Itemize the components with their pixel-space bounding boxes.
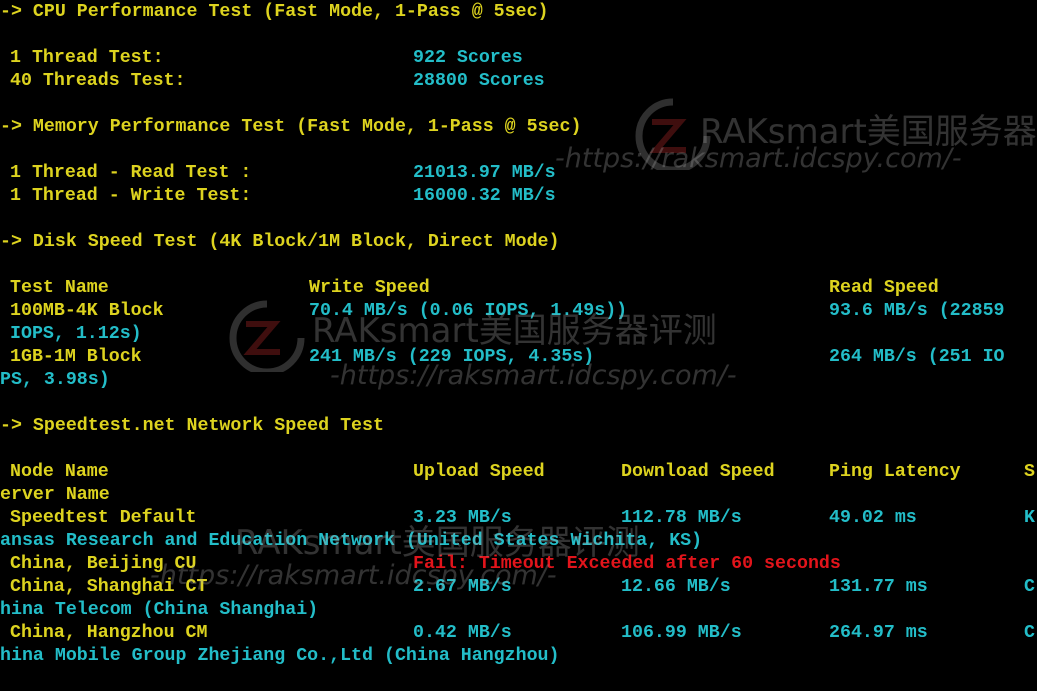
- disk-read-speed-wrap: IOPS, 1.12s): [10, 324, 142, 344]
- memory-section-header: -> Memory Performance Test (Fast Mode, 1…: [0, 117, 582, 137]
- disk-write-speed: 70.4 MB/s (0.06 IOPS, 1.49s)): [309, 301, 628, 321]
- network-node-name: China, Shanghai CT: [10, 577, 208, 597]
- network-row: China, Shanghai CT 2.67 MB/s 12.66 MB/s …: [0, 576, 1035, 599]
- network-node-name: China, Beijing CU: [10, 554, 197, 574]
- disk-row: 1GB-1M Block 241 MB/s (229 IOPS, 4.35s) …: [0, 346, 1005, 369]
- disk-table-header: Test Name Write Speed Read Speed: [0, 277, 939, 300]
- network-server-name: C: [1024, 623, 1035, 643]
- network-download-speed: 106.99 MB/s: [621, 623, 742, 643]
- network-node-name: Speedtest Default: [10, 508, 197, 528]
- memory-write-row: 1 Thread - Write Test: 16000.32 MB/s: [0, 185, 556, 208]
- network-ping-latency: 49.02 ms: [829, 508, 917, 528]
- network-col-upload-speed: Upload Speed: [413, 462, 545, 482]
- network-ping-latency: 264.97 ms: [829, 623, 928, 643]
- disk-col-write-speed: Write Speed: [309, 278, 430, 298]
- network-col-download-speed: Download Speed: [621, 462, 775, 482]
- network-row: Speedtest Default 3.23 MB/s 112.78 MB/s …: [0, 507, 1035, 530]
- network-server-name-wrap: hina Telecom (China Shanghai): [0, 600, 319, 620]
- disk-col-test-name: Test Name: [10, 278, 109, 298]
- network-ping-latency: 131.77 ms: [829, 577, 928, 597]
- network-col-server-name-wrap: erver Name: [0, 485, 110, 505]
- network-col-ping-latency: Ping Latency: [829, 462, 961, 482]
- network-row: China, Beijing CU Fail: Timeout Exceeded…: [0, 553, 841, 576]
- zr-logo-icon: [229, 300, 305, 372]
- network-upload-speed: 2.67 MB/s: [413, 577, 512, 597]
- terminal-window: -> CPU Performance Test (Fast Mode, 1-Pa…: [0, 0, 1037, 691]
- disk-test-name: 1GB-1M Block: [10, 347, 142, 367]
- cpu-single-thread-score: 922 Scores: [413, 48, 523, 68]
- network-download-speed: 12.66 MB/s: [621, 577, 731, 597]
- disk-section-header: -> Disk Speed Test (4K Block/1M Block, D…: [0, 232, 560, 252]
- watermark-brand: RAKsmart美国服务器评测: [700, 112, 1037, 152]
- network-server-name: C: [1024, 577, 1035, 597]
- network-row: China, Hangzhou CM 0.42 MB/s 106.99 MB/s…: [0, 622, 1035, 645]
- memory-read-row: 1 Thread - Read Test : 21013.97 MB/s: [0, 162, 556, 185]
- memory-write-value: 16000.32 MB/s: [413, 186, 556, 206]
- disk-write-speed: 241 MB/s (229 IOPS, 4.35s): [309, 347, 595, 367]
- disk-col-read-speed: Read Speed: [829, 278, 939, 298]
- network-error-message: Fail: Timeout Exceeded after 60 seconds: [413, 554, 841, 574]
- cpu-multi-thread-score: 28800 Scores: [413, 71, 545, 91]
- network-server-name-wrap: ansas Research and Education Network (Un…: [0, 531, 703, 551]
- network-server-name: K: [1024, 508, 1035, 528]
- network-upload-speed: 0.42 MB/s: [413, 623, 512, 643]
- disk-test-name: 100MB-4K Block: [10, 301, 164, 321]
- cpu-multi-thread-row: 40 Threads Test: 28800 Scores: [0, 70, 545, 93]
- network-server-name-wrap: hina Mobile Group Zhejiang Co.,Ltd (Chin…: [0, 646, 560, 666]
- network-node-name: China, Hangzhou CM: [10, 623, 208, 643]
- disk-row: 100MB-4K Block 70.4 MB/s (0.06 IOPS, 1.4…: [0, 300, 1005, 323]
- memory-write-label: 1 Thread - Write Test:: [10, 186, 252, 206]
- network-table-header: Node Name Upload Speed Download Speed Pi…: [0, 461, 1035, 484]
- network-col-server-name: S: [1024, 462, 1035, 482]
- memory-read-value: 21013.97 MB/s: [413, 163, 556, 183]
- disk-read-speed: 93.6 MB/s (22859: [829, 301, 1005, 321]
- network-upload-speed: 3.23 MB/s: [413, 508, 512, 528]
- network-download-speed: 112.78 MB/s: [621, 508, 742, 528]
- zr-logo-icon: [635, 98, 711, 170]
- cpu-section-header: -> CPU Performance Test (Fast Mode, 1-Pa…: [0, 2, 549, 22]
- network-section-header: -> Speedtest.net Network Speed Test: [0, 416, 384, 436]
- cpu-multi-thread-label: 40 Threads Test:: [10, 71, 186, 91]
- memory-read-label: 1 Thread - Read Test :: [10, 163, 252, 183]
- watermark-url: -https://raksmart.idcspy.com/-: [555, 143, 962, 174]
- cpu-single-thread-row: 1 Thread Test: 922 Scores: [0, 47, 523, 70]
- network-col-node-name: Node Name: [10, 462, 109, 482]
- cpu-single-thread-label: 1 Thread Test:: [10, 48, 164, 68]
- disk-read-speed: 264 MB/s (251 IO: [829, 347, 1005, 367]
- disk-read-speed-wrap: PS, 3.98s): [0, 370, 110, 390]
